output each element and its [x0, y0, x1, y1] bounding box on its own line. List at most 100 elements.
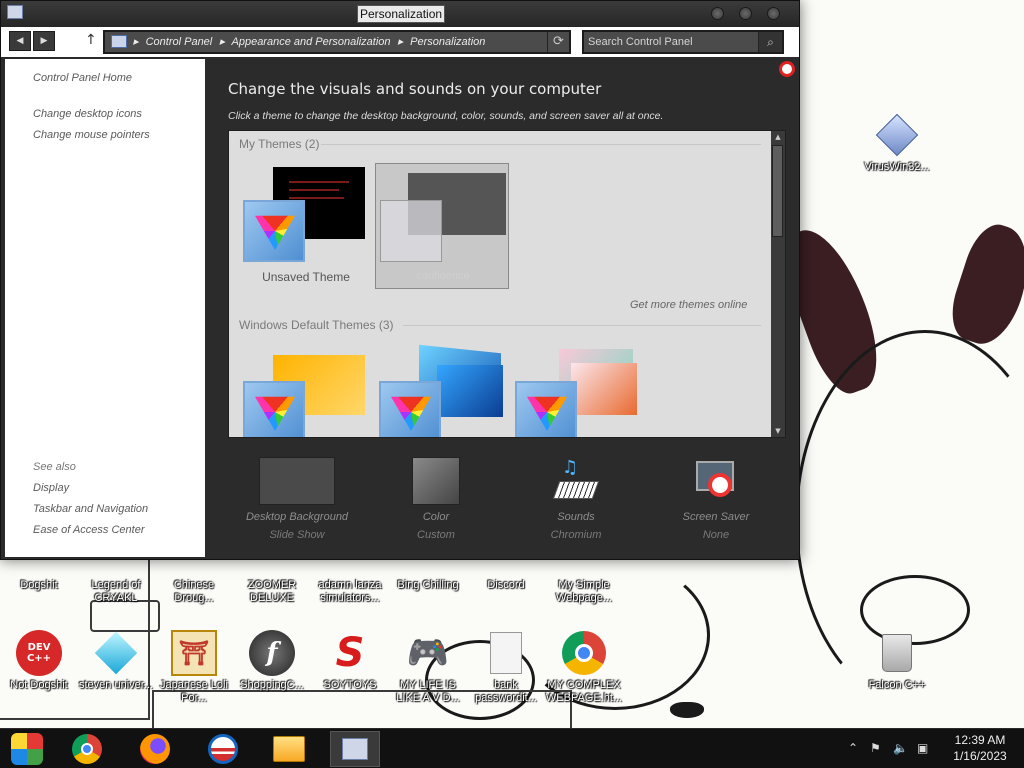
show-hidden-icons-icon[interactable]: ⌃ — [848, 741, 858, 755]
chrome-icon — [561, 630, 607, 676]
start-button[interactable] — [2, 731, 52, 767]
taskbar-file-explorer[interactable] — [264, 731, 314, 767]
desktop-icon-bing-chilling[interactable]: Bing Chilling — [389, 562, 467, 592]
color-icon — [412, 457, 460, 505]
flash-icon: f — [249, 630, 295, 676]
control-panel-home-link[interactable]: Control Panel Home — [33, 72, 132, 84]
navigation-bar: ◀ ▶ ↑ ▸ Control Panel ▸ Appearance and P… — [1, 27, 799, 57]
clock[interactable]: 12:39 AM 1/16/2023 — [950, 732, 1010, 764]
theme-gallery: My Themes (2) Unsaved Theme confidence G… — [228, 130, 786, 438]
torii-icon: ⛩ — [171, 630, 217, 676]
taskbar: ⌃ ⚑ 🔈 ▣ 12:39 AM 1/16/2023 — [0, 728, 1024, 768]
chrome-icon — [561, 562, 607, 576]
desktop-icon-virus[interactable]: VirusWin32... — [858, 112, 936, 174]
screen-saver-button[interactable]: Screen Saver None — [651, 457, 781, 541]
taskbar-navigation-link[interactable]: Taskbar and Navigation — [33, 503, 148, 515]
page-title: Change the visuals and sounds on your co… — [228, 80, 602, 98]
forward-button[interactable]: ▶ — [33, 31, 55, 51]
desktop-icon-soytoys[interactable]: S SOYTOYS — [311, 630, 389, 692]
palette-icon — [243, 200, 305, 262]
scroll-up-icon[interactable]: ▲ — [771, 131, 785, 143]
file-icon — [483, 630, 529, 676]
desktop-icon-dogshit[interactable]: Dogshit — [0, 562, 78, 592]
color-button[interactable]: Color Custom — [371, 457, 501, 541]
display-link[interactable]: Display — [33, 482, 69, 494]
desktop-icon-my-life[interactable]: 🎮 MY LIFE IS LIKE A V D... — [389, 630, 467, 705]
wallpaper-dog-nose — [670, 702, 704, 718]
desktop-icon-zoomer-deluxe[interactable]: ZOOMER DELUXE — [233, 562, 311, 605]
taskbar-obama[interactable] — [198, 731, 248, 767]
page-subtitle: Click a theme to change the desktop back… — [228, 110, 664, 122]
diamond-icon — [93, 630, 139, 676]
theme-name: Unsaved Theme — [262, 270, 350, 284]
taskbar-chrome[interactable] — [62, 731, 112, 767]
theme-preview-overlay — [380, 200, 442, 262]
divider — [403, 325, 761, 326]
sounds-icon: ♫ — [552, 457, 600, 505]
clock-time: 12:39 AM — [954, 733, 1006, 747]
change-desktop-icons-link[interactable]: Change desktop icons — [33, 108, 142, 120]
gamepad-icon: 🎮 — [406, 633, 450, 673]
theme-default-1[interactable] — [243, 353, 373, 437]
app-icon — [405, 562, 451, 576]
theme-preview-back — [437, 365, 503, 417]
help-icon[interactable] — [779, 61, 795, 77]
theme-unsaved[interactable]: Unsaved Theme — [239, 164, 369, 289]
desktop-icon-japanese[interactable]: ⛩ Japanese Loli Por... — [155, 630, 233, 705]
wallpaper-dog-ear-right — [943, 218, 1024, 352]
close-button[interactable] — [767, 7, 780, 20]
palette-icon — [379, 381, 441, 437]
breadcrumb-appearance[interactable]: Appearance and Personalization — [232, 36, 391, 48]
game-icon — [171, 562, 217, 576]
breadcrumb-control-panel[interactable]: Control Panel — [146, 36, 213, 48]
desktop-icon-bank-passwords[interactable]: bank passwordit... — [467, 630, 545, 705]
sounds-button[interactable]: ♫ Sounds Chromium — [511, 457, 641, 541]
taskbar-firefox[interactable] — [130, 731, 180, 767]
my-themes-header: My Themes (2) — [239, 137, 320, 151]
get-more-themes-link[interactable]: Get more themes online — [630, 299, 747, 311]
address-bar[interactable]: ▸ Control Panel ▸ Appearance and Persona… — [103, 30, 571, 54]
back-button[interactable]: ◀ — [9, 31, 31, 51]
ease-of-access-link[interactable]: Ease of Access Center — [33, 524, 144, 536]
control-panel-icon[interactable] — [7, 5, 23, 19]
desktop-icon-steven-universe[interactable]: steven univer... — [77, 630, 155, 692]
scrollbar-thumb[interactable] — [772, 145, 783, 237]
search-input[interactable] — [588, 34, 758, 50]
desktop-background-button[interactable]: Desktop Background Slide Show — [232, 457, 362, 541]
s-logo-icon: S — [335, 630, 365, 676]
game-icon — [249, 562, 295, 576]
theme-default-2[interactable] — [379, 344, 509, 437]
palette-icon — [243, 381, 305, 437]
title-bar[interactable]: Personalization — [1, 1, 799, 27]
up-arrow-icon[interactable]: ↑ — [85, 32, 97, 48]
desktop-icon-simple-webpage[interactable]: My Simple Webpage... — [545, 562, 623, 605]
taskbar-control-panel[interactable] — [330, 731, 380, 767]
desktop-icon-simulators[interactable]: adamn lanza simulators... — [311, 562, 389, 605]
see-also-header: See also — [33, 461, 76, 473]
main-pane: Change the visuals and sounds on your co… — [205, 59, 799, 557]
dev-cpp-icon: DEV C++ — [16, 630, 62, 676]
desktop-icon-chinese-drought[interactable]: Chinese Droug... — [155, 562, 233, 605]
maximize-button[interactable] — [739, 7, 752, 20]
desktop-icon-complex-webpage[interactable]: MY COMPLEX WEBPAGE.ht... — [545, 630, 623, 705]
volume-icon[interactable]: 🔈 — [893, 741, 908, 755]
file-explorer-icon — [273, 736, 305, 762]
scroll-down-icon[interactable]: ▼ — [771, 425, 785, 437]
theme-confidence[interactable]: confidence — [375, 163, 509, 289]
desktop-icon-legend-of-cryakl[interactable]: Legend of CRYAKL — [77, 562, 155, 605]
refresh-icon[interactable]: ⟳ — [547, 32, 569, 52]
discord-icon — [483, 562, 529, 576]
desktop-icon-shopping[interactable]: f ShoppingC... — [233, 630, 311, 692]
game-icon — [93, 562, 139, 576]
breadcrumb-personalization[interactable]: Personalization — [410, 36, 485, 48]
network-icon[interactable]: ▣ — [917, 741, 928, 755]
desktop-icon-discord[interactable]: Discord — [467, 562, 545, 592]
search-icon[interactable]: ⌕ — [758, 32, 782, 52]
desktop-icon-not-dogshit[interactable]: DEV C++ Not Dogshit — [0, 630, 78, 692]
desktop-icon-falcon[interactable]: Falcon C++ — [858, 630, 936, 692]
theme-default-3[interactable] — [515, 349, 645, 437]
minimize-button[interactable] — [711, 7, 724, 20]
themes-scrollbar[interactable]: ▲ ▼ — [771, 131, 785, 437]
change-mouse-pointers-link[interactable]: Change mouse pointers — [33, 129, 150, 141]
action-center-flag-icon[interactable]: ⚑ — [870, 741, 881, 755]
